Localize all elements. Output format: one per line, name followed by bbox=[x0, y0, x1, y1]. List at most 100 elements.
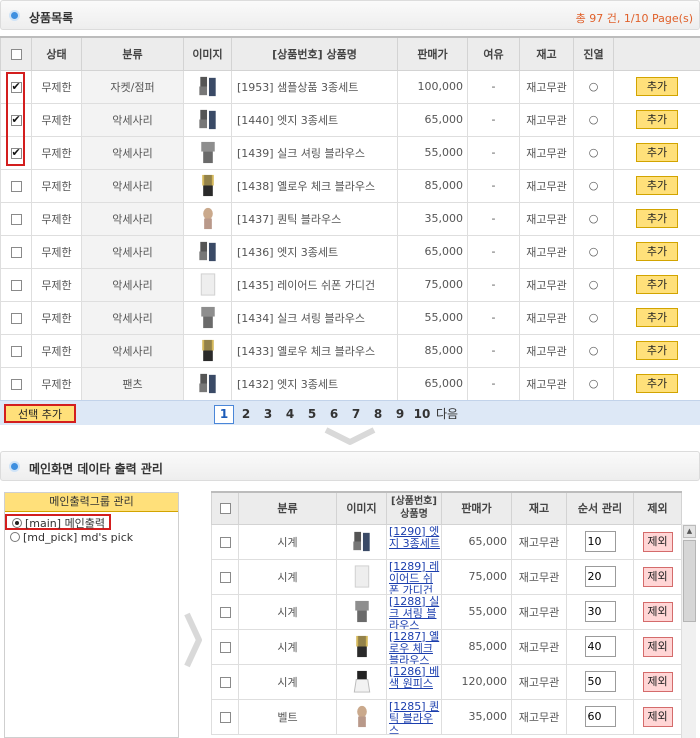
row-checkbox[interactable] bbox=[219, 536, 231, 548]
row-select-cell[interactable] bbox=[0, 168, 32, 203]
next-page-link[interactable]: 다음 bbox=[436, 406, 458, 425]
add-button[interactable]: 추가 bbox=[636, 275, 678, 294]
row-select-cell[interactable] bbox=[211, 593, 239, 630]
product-name-link[interactable]: [1287] 옐로우 체크 블라우스 bbox=[389, 630, 441, 664]
col-price: 판매가 bbox=[397, 36, 468, 71]
price-cell: 85,000 bbox=[397, 168, 468, 203]
add-button[interactable]: 추가 bbox=[636, 176, 678, 195]
row-checkbox[interactable] bbox=[219, 711, 231, 723]
select-all-cell[interactable] bbox=[211, 491, 239, 525]
order-input[interactable] bbox=[584, 706, 616, 727]
row-select-cell[interactable] bbox=[211, 523, 239, 560]
price-cell: 100,000 bbox=[397, 69, 468, 104]
table-scrollbar[interactable]: ▲ bbox=[681, 524, 696, 738]
page-link-3[interactable]: 3 bbox=[258, 406, 278, 425]
product-name-link[interactable]: [1288] 실크 셔링 블라우스 bbox=[389, 595, 441, 629]
radio-icon[interactable] bbox=[12, 518, 22, 528]
exclude-button[interactable]: 제외 bbox=[642, 706, 673, 727]
scroll-thumb[interactable] bbox=[683, 540, 696, 622]
row-checkbox[interactable] bbox=[10, 113, 22, 126]
page-link-4[interactable]: 4 bbox=[280, 406, 300, 425]
exclude-button[interactable]: 제외 bbox=[642, 601, 673, 622]
radio-icon[interactable] bbox=[10, 532, 20, 542]
row-select-cell[interactable] bbox=[0, 201, 32, 236]
add-button[interactable]: 추가 bbox=[636, 308, 678, 327]
table-header-row: 분류 이미지 [상품번호] 상품명 판매가 재고 순서 관리 제외 bbox=[211, 491, 682, 525]
stock-cell: 재고무관 bbox=[511, 698, 567, 735]
row-checkbox[interactable] bbox=[10, 246, 22, 258]
add-button[interactable]: 추가 bbox=[636, 341, 678, 360]
add-button[interactable]: 추가 bbox=[636, 242, 678, 261]
page-link-5[interactable]: 5 bbox=[302, 406, 322, 425]
exclude-button[interactable]: 제외 bbox=[642, 531, 673, 552]
row-select-cell[interactable] bbox=[0, 267, 32, 302]
row-checkbox[interactable] bbox=[219, 676, 231, 688]
stock-cell: 재고무관 bbox=[519, 69, 574, 104]
add-button[interactable]: 추가 bbox=[636, 77, 678, 96]
page-link-6[interactable]: 6 bbox=[324, 406, 344, 425]
page-link-8[interactable]: 8 bbox=[368, 406, 388, 425]
add-button[interactable]: 추가 bbox=[636, 209, 678, 228]
row-checkbox[interactable] bbox=[10, 312, 22, 324]
row-select-cell[interactable] bbox=[211, 698, 239, 735]
select-all-cell[interactable] bbox=[0, 36, 32, 71]
add-button[interactable]: 추가 bbox=[636, 374, 678, 393]
row-select-cell[interactable] bbox=[0, 135, 32, 170]
select-all-checkbox[interactable] bbox=[219, 503, 231, 515]
status-cell: 무제한 bbox=[31, 267, 82, 302]
page-link-7[interactable]: 7 bbox=[346, 406, 366, 425]
order-input[interactable] bbox=[584, 601, 616, 622]
order-input[interactable] bbox=[584, 531, 616, 552]
row-checkbox[interactable] bbox=[219, 641, 231, 653]
row-checkbox[interactable] bbox=[10, 180, 22, 192]
page-link-9[interactable]: 9 bbox=[390, 406, 410, 425]
main-output-table-wrap: 분류 이미지 [상품번호] 상품명 판매가 재고 순서 관리 제외 시계 [129… bbox=[211, 491, 697, 738]
row-select-cell[interactable] bbox=[0, 333, 32, 368]
stock-cell: 재고무관 bbox=[511, 523, 567, 560]
row-select-cell[interactable] bbox=[211, 628, 239, 665]
display-cell: ○ bbox=[573, 168, 614, 203]
row-checkbox[interactable] bbox=[10, 80, 22, 93]
order-input[interactable] bbox=[584, 566, 616, 587]
action-cell: 추가 bbox=[613, 135, 700, 170]
page-link-2[interactable]: 2 bbox=[236, 406, 256, 425]
group-option-md-pick[interactable]: [md_pick] md's pick bbox=[5, 530, 178, 546]
row-select-cell[interactable] bbox=[211, 663, 239, 700]
exclude-button[interactable]: 제외 bbox=[642, 636, 673, 657]
add-button[interactable]: 추가 bbox=[636, 143, 678, 162]
row-checkbox[interactable] bbox=[219, 606, 231, 618]
row-select-cell[interactable] bbox=[0, 300, 32, 335]
category-cell: 시계 bbox=[238, 628, 337, 665]
row-checkbox[interactable] bbox=[10, 378, 22, 390]
output-group-panel: 메인출력그룹 관리 [main] 메인출력 [md_pick] md's pic… bbox=[4, 492, 179, 738]
row-checkbox[interactable] bbox=[219, 571, 231, 583]
row-select-cell[interactable] bbox=[0, 366, 32, 401]
select-add-button[interactable]: 선택 추가 bbox=[4, 404, 76, 423]
row-select-cell[interactable] bbox=[211, 558, 239, 595]
order-input[interactable] bbox=[584, 636, 616, 657]
row-select-cell[interactable] bbox=[0, 234, 32, 269]
scroll-up-icon[interactable]: ▲ bbox=[683, 525, 696, 538]
product-name-link[interactable]: [1290] 엣지 3종세트 bbox=[389, 525, 441, 559]
row-checkbox[interactable] bbox=[10, 146, 22, 159]
product-name-link[interactable]: [1286] 베색 원피스 bbox=[389, 665, 441, 699]
page-link-10[interactable]: 10 bbox=[412, 406, 432, 425]
select-all-checkbox[interactable] bbox=[10, 48, 22, 60]
row-checkbox[interactable] bbox=[10, 279, 22, 291]
group-option-main[interactable]: [main] 메인출력 bbox=[5, 514, 112, 530]
exclude-button[interactable]: 제외 bbox=[642, 671, 673, 692]
product-thumbnail bbox=[198, 109, 216, 130]
display-cell: ○ bbox=[573, 69, 614, 104]
product-name-link[interactable]: [1285] 퀀틱 블라우스 bbox=[389, 700, 441, 734]
col-name: [상품번호] 상품명 bbox=[386, 491, 442, 525]
row-select-cell[interactable] bbox=[0, 69, 32, 104]
product-name-link[interactable]: [1289] 레이어드 쉬폰 가디건 bbox=[389, 560, 441, 594]
exclude-button[interactable]: 제외 bbox=[642, 566, 673, 587]
row-checkbox[interactable] bbox=[10, 345, 22, 357]
page-link-1[interactable]: 1 bbox=[214, 405, 234, 424]
row-checkbox[interactable] bbox=[10, 213, 22, 225]
row-select-cell[interactable] bbox=[0, 102, 32, 137]
order-input[interactable] bbox=[584, 671, 616, 692]
price-cell: 55,000 bbox=[397, 300, 468, 335]
add-button[interactable]: 추가 bbox=[636, 110, 678, 129]
